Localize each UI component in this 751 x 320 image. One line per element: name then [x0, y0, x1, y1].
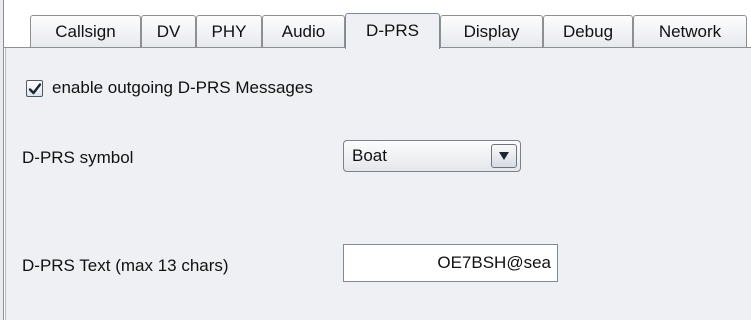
- tab-audio[interactable]: Audio: [262, 15, 345, 47]
- dropdown-arrow-button[interactable]: [491, 144, 517, 168]
- tab-network[interactable]: Network: [633, 15, 747, 47]
- dprs-text-label: D-PRS Text (max 13 chars): [22, 256, 229, 275]
- tab-dprs[interactable]: D-PRS: [345, 13, 440, 49]
- dprs-symbol-dropdown[interactable]: Boat: [343, 140, 521, 172]
- check-icon: [28, 82, 42, 94]
- tab-debug[interactable]: Debug: [543, 15, 633, 47]
- dprs-panel: enable outgoing D-PRS Messages D-PRS sym…: [5, 48, 751, 320]
- settings-window: Callsign DV PHY Audio D-PRS Display Debu…: [0, 0, 751, 320]
- tab-callsign[interactable]: Callsign: [30, 15, 141, 47]
- dprs-symbol-value: Boat: [352, 146, 387, 165]
- dprs-symbol-label: D-PRS symbol: [22, 148, 134, 167]
- dprs-text-input[interactable]: [343, 244, 558, 282]
- tab-strip: Callsign DV PHY Audio D-PRS Display Debu…: [4, 0, 751, 52]
- tab-dv[interactable]: DV: [141, 15, 196, 47]
- tab-display[interactable]: Display: [440, 15, 543, 47]
- enable-dprs-checkbox[interactable]: [26, 79, 43, 97]
- tab-phy[interactable]: PHY: [196, 15, 262, 47]
- enable-dprs-row: enable outgoing D-PRS Messages: [26, 76, 313, 100]
- triangle-down-icon: [499, 152, 509, 160]
- enable-dprs-label: enable outgoing D-PRS Messages: [52, 78, 313, 97]
